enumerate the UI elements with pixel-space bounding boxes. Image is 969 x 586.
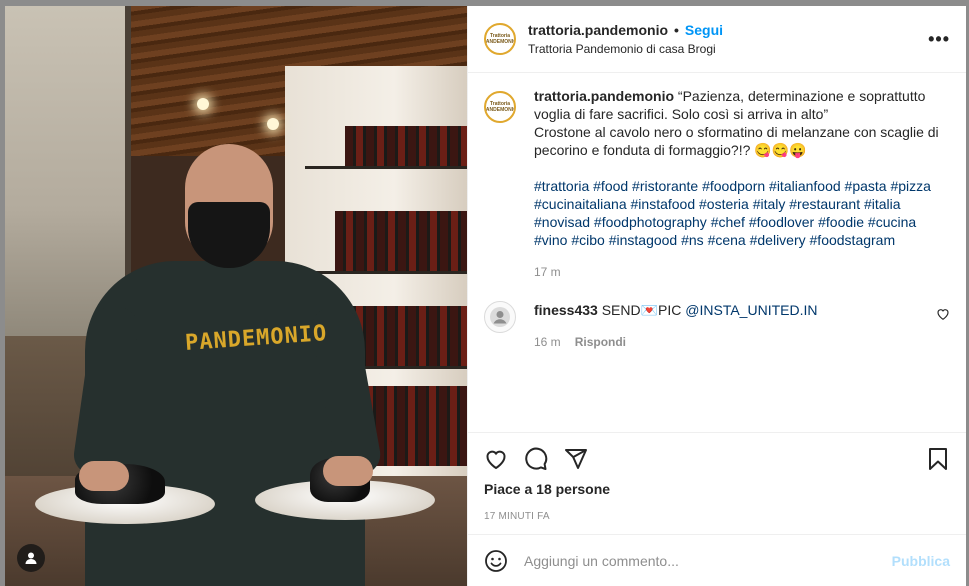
user-tag-icon <box>25 552 37 564</box>
user-tag-button[interactable] <box>17 544 45 572</box>
ceiling-lamp <box>267 118 279 130</box>
comment-item: finess433 SEND💌PIC @INSTA_UNITED.IN 16 m… <box>484 301 950 351</box>
post-side-panel: Trattoria PANDEMONIO trattoria.pandemoni… <box>467 6 966 586</box>
post-age: 17 MINUTI FA <box>484 511 550 522</box>
post-photo[interactable]: PANDEMONIO <box>5 6 467 586</box>
username-link[interactable]: trattoria.pandemonio <box>528 22 668 38</box>
likes-count[interactable]: Piace a 18 persone <box>484 481 950 497</box>
comment-like-icon[interactable] <box>936 307 950 321</box>
caption-meta: 17 m <box>534 263 950 281</box>
wine-bottles <box>345 126 467 166</box>
location-link[interactable]: Trattoria Pandemonio di casa Brogi <box>528 42 928 56</box>
bookmark-icon[interactable] <box>926 447 950 471</box>
emoji-icon[interactable] <box>484 549 508 573</box>
wine-shelf <box>305 166 467 169</box>
wine-shelf <box>305 271 467 274</box>
comment-body: finess433 SEND💌PIC @INSTA_UNITED.IN 16 m… <box>534 301 936 351</box>
face-mask <box>188 202 270 268</box>
person-hand <box>79 461 129 491</box>
post-actions: Piace a 18 persone 17 MINUTI FA <box>468 432 966 534</box>
comment-text: SEND💌PIC <box>601 302 682 318</box>
heart-icon[interactable] <box>484 447 508 471</box>
caption: Trattoria PANDEMONIO trattoria.pandemoni… <box>484 87 950 281</box>
reply-button[interactable]: Rispondi <box>575 333 626 351</box>
caption-avatar[interactable]: Trattoria PANDEMONIO <box>484 91 516 123</box>
comments-section: Trattoria PANDEMONIO trattoria.pandemoni… <box>468 73 966 432</box>
header-text: trattoria.pandemonio • Segui Trattoria P… <box>528 22 928 56</box>
account-avatar[interactable]: Trattoria PANDEMONIO <box>484 23 516 55</box>
comment-time: 16 m <box>534 335 561 349</box>
comment-input[interactable] <box>522 551 892 570</box>
avatar-placeholder-icon <box>490 307 510 327</box>
more-options-button[interactable]: ••• <box>928 29 950 50</box>
logo-text: Trattoria PANDEMONIO <box>484 101 516 113</box>
ceiling-lamp <box>197 98 209 110</box>
comment-mention[interactable]: @INSTA_UNITED.IN <box>685 302 817 318</box>
caption-text-question: Crostone al cavolo nero o sformatino di … <box>534 124 939 158</box>
follow-button[interactable]: Segui <box>685 22 723 38</box>
post-header: Trattoria PANDEMONIO trattoria.pandemoni… <box>468 6 966 73</box>
publish-button[interactable]: Pubblica <box>892 553 950 569</box>
caption-time: 17 m <box>534 265 561 279</box>
caption-body: trattoria.pandemonio “Pazienza, determin… <box>534 87 950 281</box>
commenter-avatar[interactable] <box>484 301 516 333</box>
logo-text: Trattoria PANDEMONIO <box>484 33 516 45</box>
separator-dot: • <box>674 22 679 38</box>
action-icons <box>484 439 950 479</box>
more-horizontal-icon: ••• <box>928 28 950 49</box>
comment-icon[interactable] <box>524 447 548 471</box>
caption-username[interactable]: trattoria.pandemonio <box>534 88 674 104</box>
wine-bottles <box>335 211 467 271</box>
comment-username[interactable]: finess433 <box>534 302 598 318</box>
person-hand <box>323 456 373 486</box>
share-icon[interactable] <box>564 447 588 471</box>
post-modal: PANDEMONIO Trattoria PANDEMONIO trattori… <box>5 6 966 586</box>
caption-hashtags[interactable]: #trattoria #food #ristorante #foodporn #… <box>534 177 950 249</box>
comment-meta: 16 m Rispondi <box>534 333 936 351</box>
add-comment-bar: Pubblica <box>468 534 966 586</box>
